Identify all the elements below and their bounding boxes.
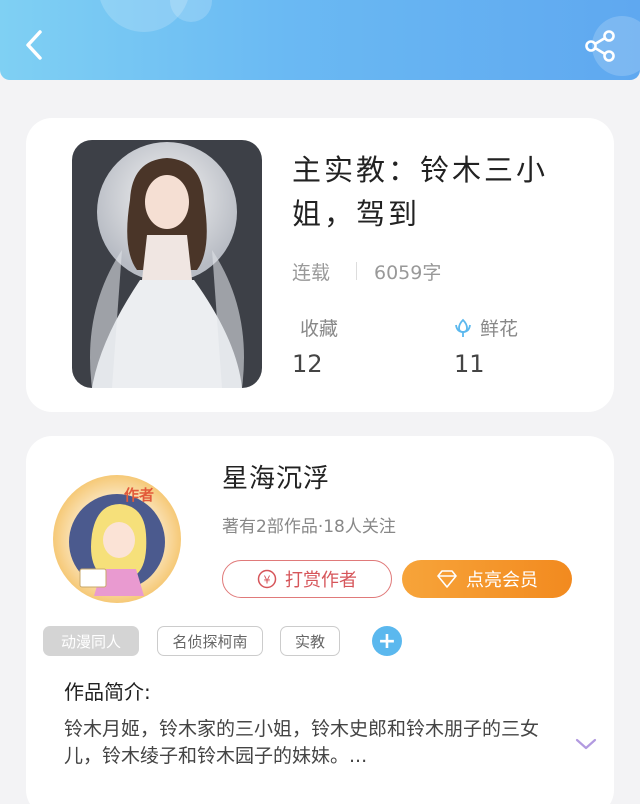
book-status: 连载 bbox=[292, 262, 331, 284]
author-badge: 作者 bbox=[124, 486, 155, 504]
vip-label: 点亮会员 bbox=[466, 570, 538, 591]
tip-author-label: 打赏作者 bbox=[285, 570, 357, 591]
book-title: 主实教：铃木三小姐，驾到 bbox=[292, 153, 549, 231]
svg-text:¥: ¥ bbox=[264, 574, 271, 587]
back-button[interactable] bbox=[18, 28, 52, 62]
favorites-count: 12 bbox=[292, 350, 323, 378]
chevron-down-icon bbox=[575, 738, 597, 750]
divider bbox=[356, 262, 357, 280]
book-info-card: 主实教：铃木三小姐，驾到 连载 6059字 收藏 12 鲜花 11 bbox=[26, 118, 614, 412]
favorites-label: 收藏 bbox=[300, 318, 339, 340]
avatar-illustration bbox=[53, 475, 181, 603]
expand-button[interactable] bbox=[574, 736, 598, 752]
author-avatar[interactable]: 作者 bbox=[52, 474, 182, 604]
tag-item[interactable]: 实教 bbox=[280, 626, 340, 656]
share-button[interactable] bbox=[582, 28, 618, 64]
flowers-label: 鲜花 bbox=[480, 318, 519, 340]
flower-icon bbox=[455, 318, 471, 337]
vip-button[interactable]: 点亮会员 bbox=[402, 560, 572, 598]
intro-text: 铃木月姬，铃木家的三小姐，铃木史郎和铃木朋子的三女儿，铃木绫子和铃木园子的妹妹。… bbox=[64, 718, 540, 767]
chevron-left-icon bbox=[26, 30, 42, 60]
book-cover[interactable] bbox=[72, 140, 262, 388]
top-bar bbox=[0, 0, 640, 80]
cover-illustration bbox=[72, 140, 262, 388]
intro-heading: 作品简介: bbox=[64, 680, 151, 704]
diamond-icon bbox=[436, 570, 458, 588]
flowers-stat[interactable]: 鲜花 bbox=[452, 314, 518, 341]
share-icon bbox=[585, 30, 615, 62]
tip-author-button[interactable]: ¥ 打赏作者 bbox=[222, 560, 392, 598]
word-count: 6059字 bbox=[374, 262, 442, 284]
yen-icon: ¥ bbox=[257, 569, 277, 589]
author-card: 作者 星海沉浮 著有2部作品·18人关注 ¥ 打赏作者 点亮会员 动漫同人 名侦… bbox=[26, 436, 614, 804]
author-meta: 著有2部作品·18人关注 bbox=[222, 517, 396, 537]
add-tag-button[interactable]: + bbox=[372, 626, 402, 656]
author-name[interactable]: 星海沉浮 bbox=[222, 458, 330, 495]
tag-item[interactable]: 名侦探柯南 bbox=[157, 626, 263, 656]
flowers-count: 11 bbox=[454, 350, 485, 378]
tag-item[interactable]: 动漫同人 bbox=[43, 626, 139, 656]
